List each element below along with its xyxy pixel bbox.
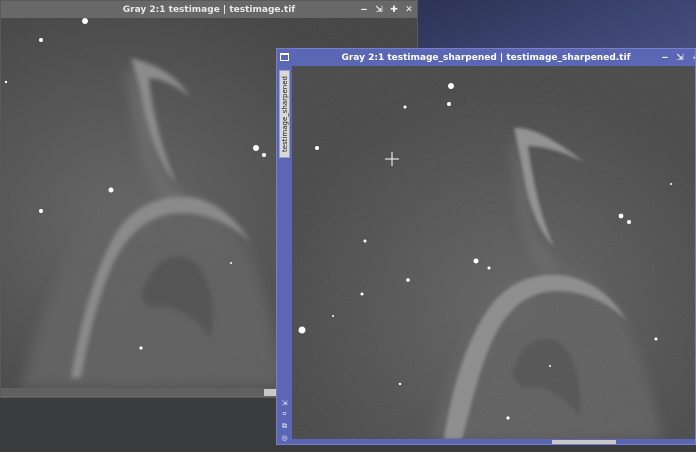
target-icon[interactable]: ◎ xyxy=(279,434,290,442)
nebula-image-sharpened xyxy=(292,66,695,439)
view-side-bar: testimage_sharpened ⇲ ⌗ ⧉ ◎ xyxy=(277,66,292,444)
clone-icon[interactable]: ⧉ xyxy=(279,422,290,431)
horizontal-scrollbar[interactable] xyxy=(292,439,695,444)
window-controls: ‒ ⇲ ◂ xyxy=(661,49,695,66)
view-identifier-label: testimage_sharpened xyxy=(280,76,289,152)
shade-icon[interactable]: ⇲ xyxy=(676,53,684,63)
scrollbar-thumb[interactable] xyxy=(264,389,276,396)
view-identifier-tab[interactable]: testimage_sharpened xyxy=(279,70,290,158)
image-window-testimage-sharpened[interactable]: Gray 2:1 testimage_sharpened | testimage… xyxy=(276,48,696,445)
shade-icon[interactable]: ⇲ xyxy=(375,5,383,15)
titlebar[interactable]: Gray 2:1 testimage_sharpened | testimage… xyxy=(277,49,695,66)
collapse-icon[interactable]: ◂ xyxy=(691,53,695,63)
window-menu-icon[interactable] xyxy=(280,53,289,61)
minimize-icon[interactable]: ‒ xyxy=(661,53,669,63)
window-title: Gray 2:1 testimage_sharpened | testimage… xyxy=(341,52,631,63)
close-icon[interactable]: ✕ xyxy=(405,5,413,15)
image-canvas[interactable] xyxy=(292,66,695,439)
minimize-icon[interactable]: ‒ xyxy=(360,5,368,15)
window-title: Gray 2:1 testimage | testimage.tif xyxy=(122,4,296,15)
titlebar[interactable]: Gray 2:1 testimage | testimage.tif xyxy=(1,1,417,18)
maximize-icon[interactable]: ✚ xyxy=(390,5,398,15)
window-controls: ‒ ⇲ ✚ ✕ xyxy=(360,1,413,18)
fit-view-icon[interactable]: ⇲ xyxy=(279,399,290,407)
grid-icon[interactable]: ⌗ xyxy=(279,410,290,419)
scrollbar-thumb[interactable] xyxy=(552,440,616,444)
side-tool-icons: ⇲ ⌗ ⧉ ◎ xyxy=(279,399,290,442)
